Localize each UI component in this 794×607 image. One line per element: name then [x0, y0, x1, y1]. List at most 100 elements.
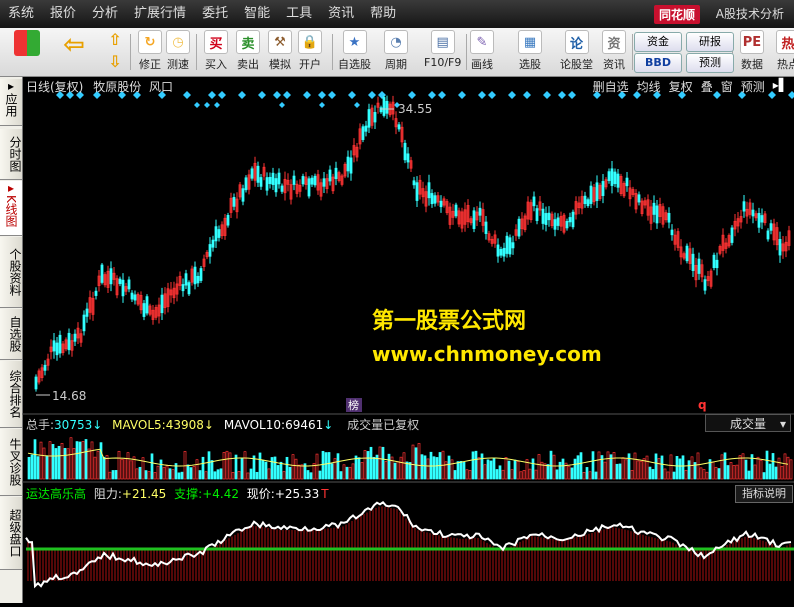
menu-news[interactable]: 资讯	[320, 0, 362, 28]
event-diamond-icon	[194, 102, 200, 108]
event-diamond-icon	[408, 91, 416, 99]
hot-icon: 热	[776, 30, 794, 54]
forecast-button[interactable]: 预测	[686, 53, 734, 73]
menu-tools[interactable]: 工具	[278, 0, 320, 28]
overlay-button[interactable]: 叠	[697, 78, 717, 95]
volume-bar	[366, 451, 370, 480]
q-marker: q	[698, 398, 707, 412]
volume-bar	[126, 452, 130, 480]
candle-body	[517, 218, 521, 237]
candle-body	[373, 112, 377, 123]
sidebar-item-kline[interactable]: ▸ K线图	[0, 181, 22, 236]
menu-quote[interactable]: 报价	[42, 0, 84, 28]
candle-body	[715, 259, 719, 269]
candle-body	[196, 275, 200, 284]
candle-body	[385, 100, 389, 114]
volume-bar	[168, 468, 172, 480]
toolbar-button-10[interactable]: ▦ 选股	[518, 30, 542, 72]
volume-bar	[567, 465, 571, 480]
event-diamond-icon	[258, 91, 266, 99]
arrow-up-icon: ⇧	[108, 29, 122, 49]
toolbar-button-5[interactable]: 🔒 开户	[298, 30, 322, 72]
back-button[interactable]: ⇦	[60, 30, 88, 62]
indicator-help-button[interactable]: 指标说明	[735, 485, 793, 503]
toolbar-button-6[interactable]: ★ 自选股	[338, 30, 371, 72]
ma-button[interactable]: 均线	[633, 78, 665, 95]
chart-area[interactable]: 34.55 14.68 榜 q	[22, 77, 794, 603]
chart-mode[interactable]: 日线(复权)	[26, 80, 83, 94]
sidebar-item-profile[interactable]: 个股资料	[0, 237, 22, 308]
volume-bar	[255, 471, 259, 480]
volume-header: 总手:30753↓ MAVOL5:43908↓ MAVOL10:69461↓ 成…	[26, 416, 419, 433]
volume-bar	[171, 469, 175, 480]
toolbar-button-7[interactable]: ◔ 周期	[384, 30, 408, 72]
menu-smart[interactable]: 智能	[236, 0, 278, 28]
volume-bar	[501, 469, 505, 480]
menu-system[interactable]: 系统	[0, 0, 42, 28]
candle-body	[313, 175, 317, 186]
sidebar-item-ranking[interactable]: 综合排名	[0, 361, 22, 428]
toolbar-label: 模拟	[269, 58, 291, 71]
candle-body	[583, 195, 587, 205]
volume-bar	[57, 445, 61, 480]
toolbar-button-8[interactable]: ▤ F10/F9	[424, 30, 461, 69]
remove-watchlist-button[interactable]: 删自选	[589, 78, 633, 95]
toolbar-label: 测速	[167, 58, 189, 71]
toolbar-button-1[interactable]: ◷ 测速	[166, 30, 190, 72]
page-up-button[interactable]: ⇧	[104, 30, 126, 50]
volume-bar	[177, 472, 181, 480]
menu-help[interactable]: 帮助	[362, 0, 404, 28]
toolbar-button-3[interactable]: 卖卖出	[236, 30, 260, 72]
volume-bar	[396, 461, 400, 480]
volume-bar	[426, 458, 430, 480]
volume-bar	[486, 459, 490, 480]
adjust-button[interactable]: 复权	[665, 78, 697, 95]
volume-bar	[534, 469, 538, 480]
volume-bar	[450, 459, 454, 480]
period-clock-icon: ◔	[384, 30, 408, 54]
volume-bar	[330, 463, 334, 480]
predict-button[interactable]: 预测	[737, 78, 769, 95]
arrow-down-icon: ⇩	[108, 51, 122, 71]
window-button[interactable]: 窗	[717, 78, 737, 95]
window-layout-button[interactable]	[14, 30, 40, 58]
capital-flow-button[interactable]: 资金	[634, 32, 682, 52]
chevron-down-icon: ▾	[779, 417, 786, 431]
event-diamond-icon	[568, 91, 576, 99]
volume-bar	[588, 471, 592, 480]
volume-bar	[276, 465, 280, 480]
bbd-button[interactable]: BBD	[634, 53, 682, 73]
buy-button[interactable]: 买买入	[204, 30, 228, 72]
sidebar-item-apps[interactable]: ▸ 应用	[0, 79, 22, 126]
page-down-button[interactable]: ⇩	[104, 52, 126, 72]
candle-body	[769, 223, 773, 231]
app-title: A股技术分析	[715, 7, 784, 21]
volume-bar	[591, 451, 595, 480]
sidebar-item-diagnosis[interactable]: 牛叉诊股	[0, 429, 22, 496]
menu-trade[interactable]: 委托	[194, 0, 236, 28]
volume-bar	[705, 471, 709, 480]
f10-icon: ▤	[430, 30, 455, 54]
volume-bar	[42, 447, 46, 480]
volume-bar	[33, 439, 37, 480]
sidebar-item-orderbook[interactable]: 超级盘口	[0, 497, 22, 570]
toolbar-button-0[interactable]: ↻ 修正	[138, 30, 162, 72]
volume-bar	[351, 463, 355, 480]
menu-extended-quote[interactable]: 扩展行情	[126, 0, 194, 28]
volume-indicator-select[interactable]: 成交量 ▾	[705, 414, 791, 432]
toolbar-button-11[interactable]: 论论股堂	[560, 30, 593, 72]
toolbar-button-13[interactable]: PE 数据	[740, 30, 764, 72]
menu-analysis[interactable]: 分析	[84, 0, 126, 28]
panel-toggle-icon[interactable]: ▸▌	[769, 78, 792, 95]
toolbar-button-9[interactable]: ✎ 画线	[470, 30, 494, 72]
toolbar-button-4[interactable]: ⚒ 模拟	[268, 30, 292, 72]
sidebar-item-timeshare[interactable]: 分时图	[0, 129, 22, 180]
sidebar-item-watchlist[interactable]: 自选股	[0, 309, 22, 360]
volume-bar	[648, 466, 652, 480]
research-button[interactable]: 研报	[686, 32, 734, 52]
toolbar-button-14[interactable]: 热热点	[776, 30, 794, 72]
event-diamond-icon	[428, 91, 436, 99]
candle-body	[544, 213, 548, 225]
toolbar-button-12[interactable]: 资资讯	[602, 30, 626, 72]
candle-body	[472, 210, 476, 229]
